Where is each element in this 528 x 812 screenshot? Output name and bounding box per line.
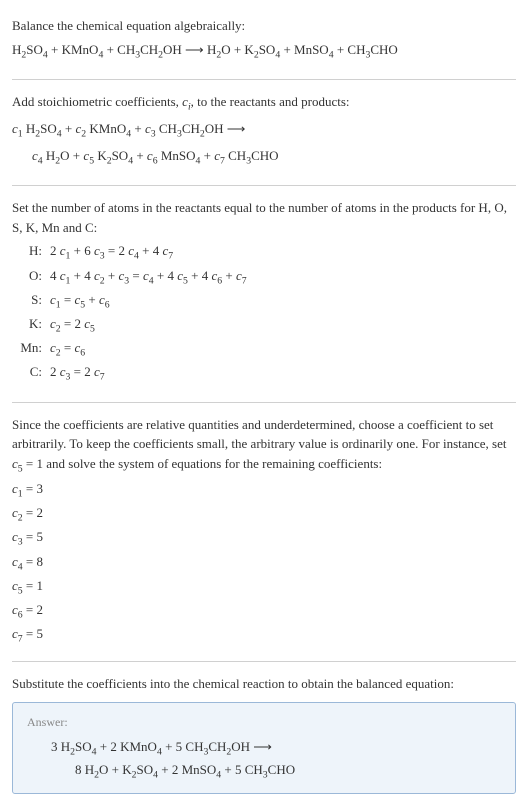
atom-row-c: C: 2 c3 = 2 c7 [20, 362, 516, 385]
stoich-equation-line1: c1 H2SO4 + c2 KMnO4 + c3 CH3CH2OH ⟶ [12, 119, 516, 142]
atoms-intro: Set the number of atoms in the reactants… [12, 198, 516, 237]
coeff-c7: c7 = 5 [12, 624, 516, 647]
atom-row-k: K: c2 = 2 c5 [20, 314, 516, 337]
atom-equation: 2 c1 + 6 c3 = 2 c4 + 4 c7 [50, 241, 516, 264]
atom-balance-table: H: 2 c1 + 6 c3 = 2 c4 + 4 c7 O: 4 c1 + 4… [20, 241, 516, 385]
atom-label: S: [20, 290, 50, 310]
atom-label: H: [20, 241, 50, 261]
divider [12, 185, 516, 186]
stoich-section: Add stoichiometric coefficients, ci, to … [12, 84, 516, 182]
solve-intro: Since the coefficients are relative quan… [12, 415, 516, 477]
coeff-c4: c4 = 8 [12, 552, 516, 575]
coeff-c3: c3 = 5 [12, 527, 516, 550]
stoich-intro: Add stoichiometric coefficients, ci, to … [12, 92, 516, 115]
header-section: Balance the chemical equation algebraica… [12, 8, 516, 75]
divider [12, 402, 516, 403]
atom-row-s: S: c1 = c5 + c6 [20, 290, 516, 313]
answer-label: Answer: [27, 713, 501, 731]
atom-row-mn: Mn: c2 = c6 [20, 338, 516, 361]
stoich-equation-line2: c4 H2O + c5 K2SO4 + c6 MnSO4 + c7 CH3CHO [12, 146, 516, 169]
divider [12, 661, 516, 662]
coefficient-list: c1 = 3 c2 = 2 c3 = 5 c4 = 8 c5 = 1 c6 = … [12, 479, 516, 648]
page-title: Balance the chemical equation algebraica… [12, 16, 516, 36]
coeff-c5: c5 = 1 [12, 576, 516, 599]
result-intro: Substitute the coefficients into the che… [12, 674, 516, 694]
divider [12, 79, 516, 80]
result-section: Substitute the coefficients into the che… [12, 666, 516, 802]
atom-equation: 2 c3 = 2 c7 [50, 362, 516, 385]
atom-label: Mn: [20, 338, 50, 358]
atoms-section: Set the number of atoms in the reactants… [12, 190, 516, 397]
atom-label: K: [20, 314, 50, 334]
atom-row-h: H: 2 c1 + 6 c3 = 2 c4 + 4 c7 [20, 241, 516, 264]
balanced-equation-line2: 8 H2O + K2SO4 + 2 MnSO4 + 5 CH3CHO [27, 760, 501, 783]
answer-box: Answer: 3 H2SO4 + 2 KMnO4 + 5 CH3CH2OH ⟶… [12, 702, 516, 794]
atom-equation: 4 c1 + 4 c2 + c3 = c4 + 4 c5 + 4 c6 + c7 [50, 266, 516, 289]
balanced-equation-line1: 3 H2SO4 + 2 KMnO4 + 5 CH3CH2OH ⟶ [27, 737, 501, 760]
atom-label: O: [20, 266, 50, 286]
atom-equation: c2 = 2 c5 [50, 314, 516, 337]
atom-label: C: [20, 362, 50, 382]
coeff-c6: c6 = 2 [12, 600, 516, 623]
coeff-c2: c2 = 2 [12, 503, 516, 526]
coeff-c1: c1 = 3 [12, 479, 516, 502]
atom-row-o: O: 4 c1 + 4 c2 + c3 = c4 + 4 c5 + 4 c6 +… [20, 266, 516, 289]
atom-equation: c1 = c5 + c6 [50, 290, 516, 313]
solve-section: Since the coefficients are relative quan… [12, 407, 516, 658]
unbalanced-equation: H2SO4 + KMnO4 + CH3CH2OH ⟶ H2O + K2SO4 +… [12, 40, 516, 63]
atom-equation: c2 = c6 [50, 338, 516, 361]
